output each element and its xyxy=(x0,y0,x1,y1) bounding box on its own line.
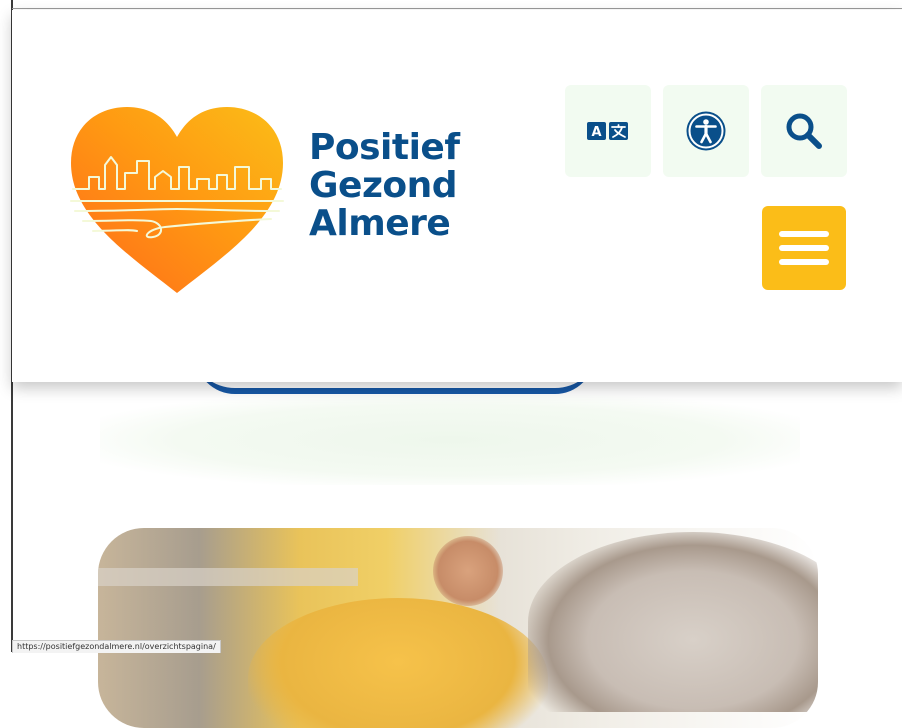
link-hover-status: https://positiefgezondalmere.nl/overzich… xyxy=(12,640,221,653)
site-title-line3: Almere xyxy=(309,203,451,244)
menu-button[interactable] xyxy=(762,206,846,290)
accessibility-button[interactable] xyxy=(663,85,749,177)
hero-image-head xyxy=(433,536,503,606)
translate-button[interactable]: A xyxy=(565,85,651,177)
hero-image-person xyxy=(248,598,548,728)
hamburger-menu-icon xyxy=(779,231,829,265)
hero-image-elderly-person xyxy=(528,532,818,712)
logo-home-link[interactable]: Positief Gezond Almere xyxy=(67,105,487,305)
search-button[interactable] xyxy=(761,85,847,177)
translate-icon: A xyxy=(587,122,628,140)
accessibility-icon xyxy=(686,111,726,151)
hero-image xyxy=(98,528,818,728)
heart-logo-icon xyxy=(70,107,284,293)
window-top-border xyxy=(12,8,902,9)
site-title: Positief Gezond Almere xyxy=(309,129,460,243)
hero-image-shelf xyxy=(98,568,358,586)
svg-text:A: A xyxy=(591,125,601,140)
site-title-line2: Gezond xyxy=(309,165,458,206)
decorative-band xyxy=(100,395,800,485)
site-header: Positief Gezond Almere A xyxy=(12,10,902,382)
search-icon xyxy=(786,113,822,149)
site-title-line1: Positief xyxy=(309,127,460,168)
